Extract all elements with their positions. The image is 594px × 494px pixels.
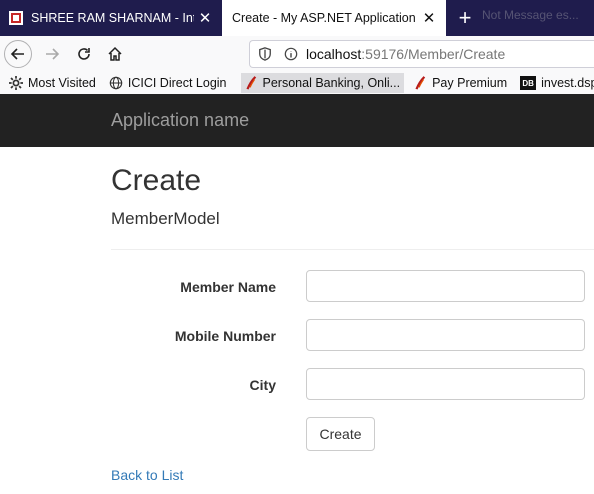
globe-icon (109, 76, 123, 90)
browser-tab-create[interactable]: Create - My ASP.NET Application ✕ (222, 0, 446, 36)
bookmark-pay-premium[interactable]: Pay Premium (413, 73, 511, 93)
member-name-label: Member Name (180, 279, 276, 295)
close-tab-icon[interactable]: ✕ (418, 9, 440, 27)
background-tab-ghost: Not Message es... (482, 8, 579, 22)
back-to-list-link[interactable]: Back to List (111, 467, 183, 483)
bookmark-label: invest.dspblack (541, 76, 594, 90)
browser-tab-shree-ram[interactable]: SHREE RAM SHARNAM - Intern ✕ (0, 0, 222, 36)
bookmark-label: Personal Banking, Onli... (262, 76, 401, 90)
tab-title: Create - My ASP.NET Application (232, 11, 416, 25)
site-favicon-icon (9, 11, 23, 25)
city-label: City (249, 377, 276, 393)
shield-icon[interactable] (258, 47, 272, 61)
browser-nav-bar: localhost:59176/Member/Create (0, 36, 594, 72)
url-path: :59176/Member/Create (361, 46, 506, 62)
address-bar[interactable]: localhost:59176/Member/Create (249, 40, 594, 68)
member-name-input[interactable] (306, 270, 585, 302)
app-brand-link[interactable]: Application name (111, 110, 249, 131)
bookmark-icici-direct[interactable]: ICICI Direct Login (109, 73, 231, 93)
forward-arrow-icon[interactable] (38, 40, 66, 68)
mobile-number-label: Mobile Number (174, 328, 276, 344)
city-input[interactable] (306, 368, 585, 400)
mobile-number-input[interactable] (306, 319, 585, 351)
browser-tab-strip: SHREE RAM SHARNAM - Intern ✕ Create - My… (0, 0, 594, 36)
db-icon: DB (520, 76, 537, 90)
bookmark-personal-banking[interactable]: Personal Banking, Onli... (240, 73, 405, 93)
gear-icon (9, 76, 23, 90)
page-title: Create (111, 164, 202, 197)
bookmark-most-visited[interactable]: Most Visited (9, 73, 100, 93)
bank-feather-icon (244, 76, 258, 90)
bookmark-label: Most Visited (28, 76, 96, 90)
back-arrow-icon[interactable] (4, 40, 32, 68)
model-subtitle: MemberModel (111, 209, 220, 228)
bookmark-label: Pay Premium (432, 76, 508, 90)
tab-title: SHREE RAM SHARNAM - Intern (31, 11, 194, 25)
bookmark-label: ICICI Direct Login (127, 76, 227, 90)
create-button[interactable]: Create (306, 417, 375, 451)
divider (111, 249, 594, 250)
url-host: localhost (306, 46, 362, 62)
home-icon[interactable] (101, 40, 129, 68)
app-navbar: Application name (0, 94, 594, 147)
new-tab-plus-icon[interactable]: + (448, 0, 482, 36)
bank-feather-icon (413, 76, 427, 90)
bookmark-invest-dspblack[interactable]: DB invest.dspblack (520, 73, 594, 93)
close-tab-icon[interactable]: ✕ (194, 9, 216, 27)
reload-icon[interactable] (70, 40, 98, 68)
info-icon[interactable] (284, 47, 298, 61)
bookmarks-bar: Most Visited ICICI Direct Login Personal… (0, 72, 594, 94)
